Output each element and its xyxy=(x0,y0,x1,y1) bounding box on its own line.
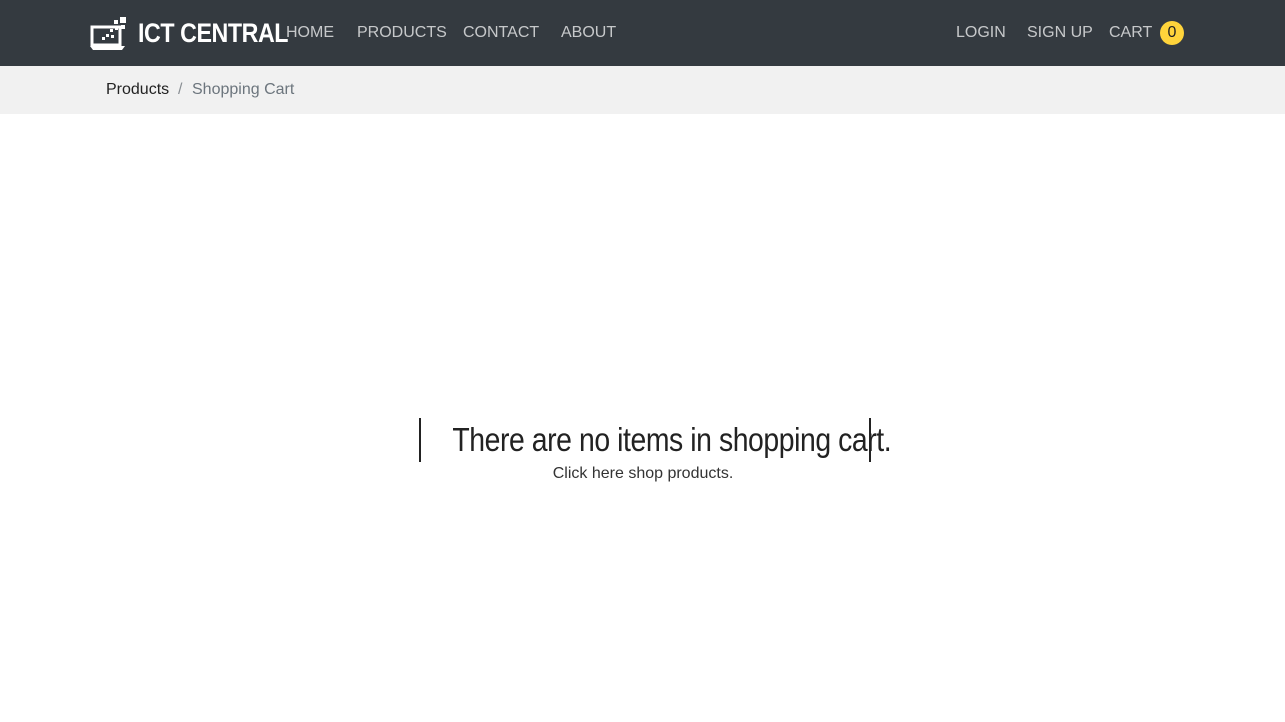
nav-login[interactable]: LOGIN xyxy=(956,22,1006,44)
top-navbar: ICT CENTRAL HOME PRODUCTS CONTACT ABOUT … xyxy=(0,0,1285,66)
empty-cart-title: There are no items in shopping cart. xyxy=(452,421,892,458)
nav-home[interactable]: HOME xyxy=(286,22,334,44)
breadcrumb-products-link[interactable]: Products xyxy=(106,80,169,100)
laptop-pixels-icon xyxy=(90,15,128,51)
nav-contact[interactable]: CONTACT xyxy=(463,22,539,44)
breadcrumb: Products / Shopping Cart xyxy=(0,66,1285,114)
brand-name: ICT CENTRAL xyxy=(138,17,289,48)
breadcrumb-current: Shopping Cart xyxy=(192,81,295,98)
nav-about[interactable]: ABOUT xyxy=(561,22,616,44)
nav-cart[interactable]: CART xyxy=(1109,22,1152,44)
brand-logo-link[interactable]: ICT CENTRAL xyxy=(90,13,312,53)
breadcrumb-separator: / xyxy=(178,81,183,98)
empty-cart-heading-box: There are no items in shopping cart. xyxy=(419,418,892,462)
nav-products[interactable]: PRODUCTS xyxy=(357,22,447,44)
cart-count-badge[interactable]: 0 xyxy=(1160,21,1184,45)
nav-signup[interactable]: SIGN UP xyxy=(1027,22,1093,44)
shop-products-link[interactable]: Click here shop products. xyxy=(443,464,843,484)
